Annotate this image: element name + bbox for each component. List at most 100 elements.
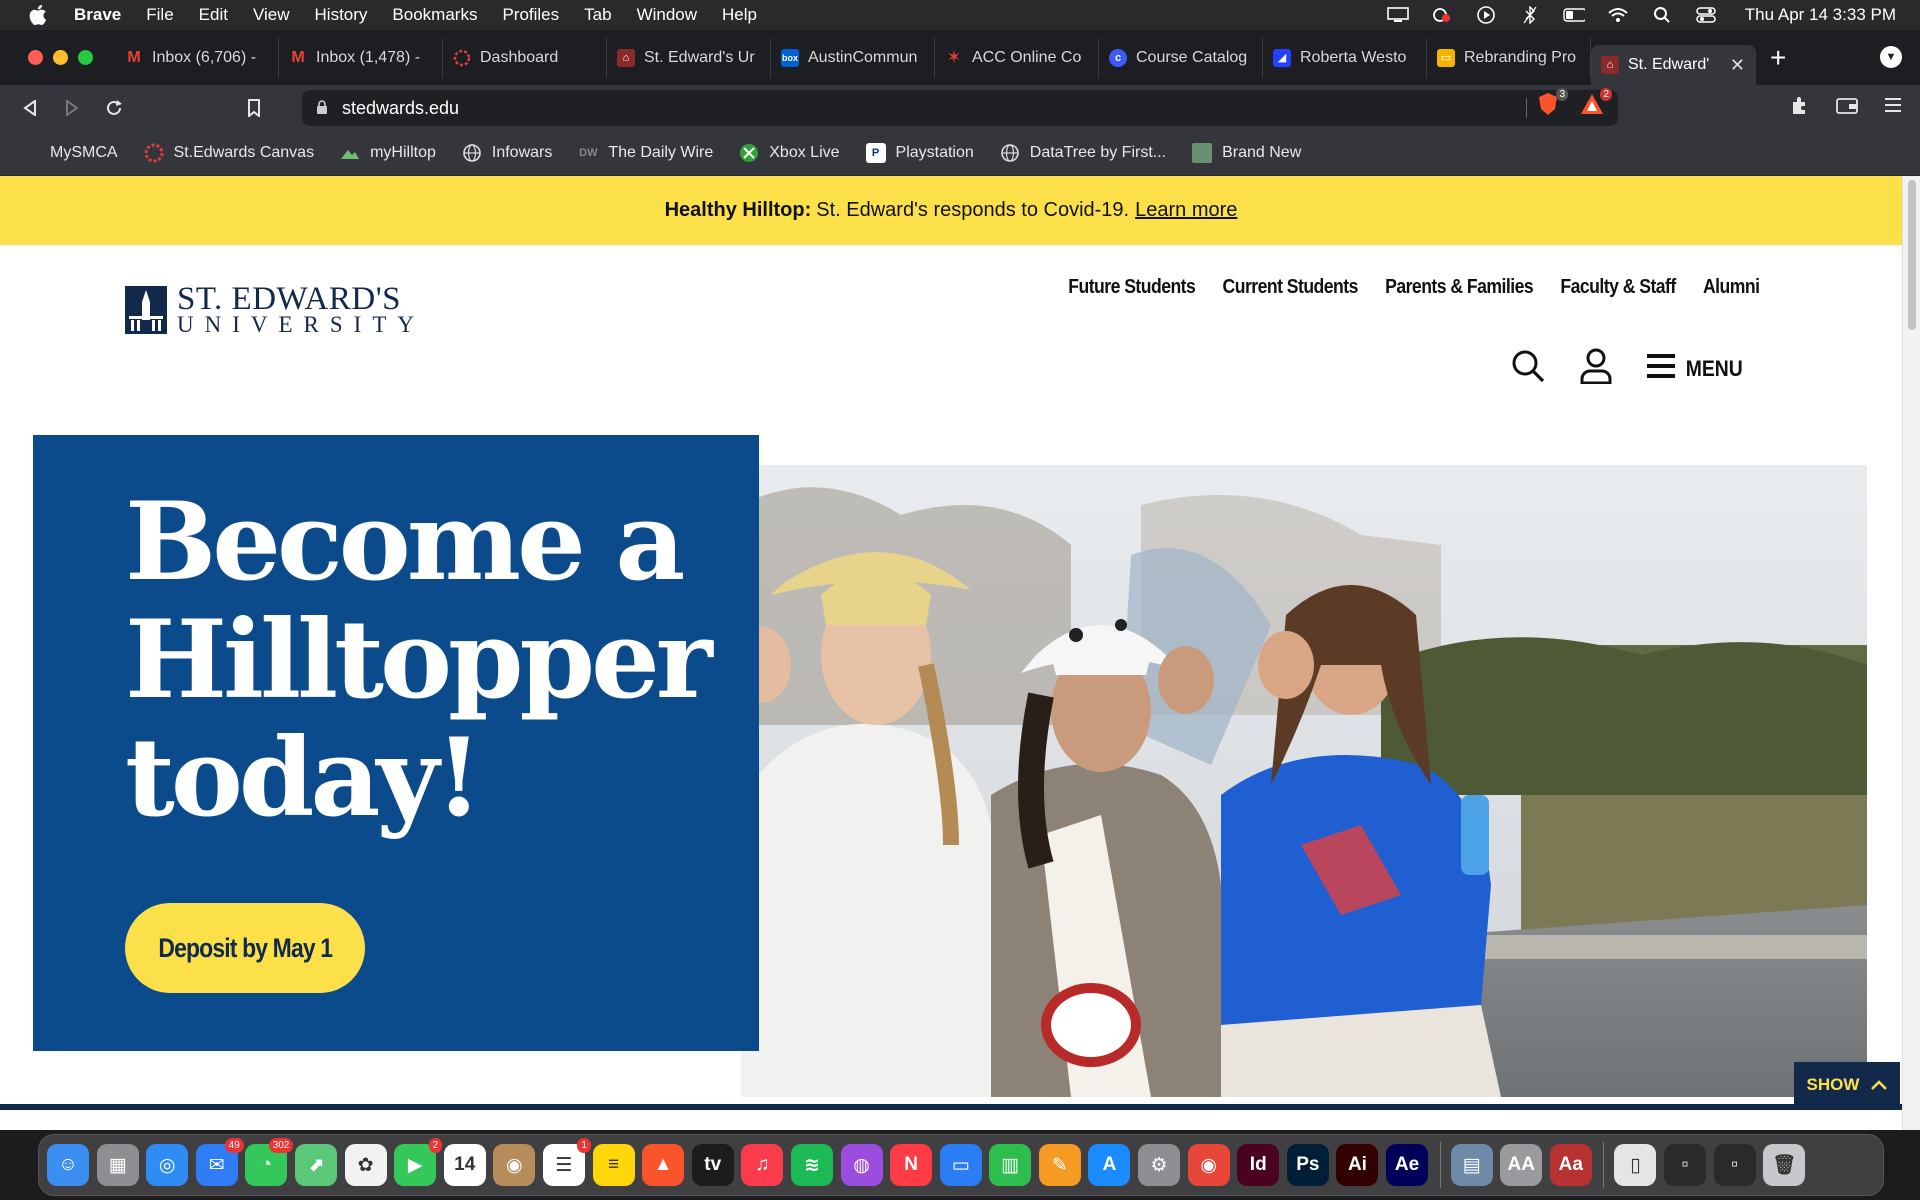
facetime-icon[interactable]: ▶ 2 bbox=[394, 1138, 443, 1186]
nav-parents-families[interactable]: Parents & Families bbox=[1385, 276, 1534, 299]
show-toggle-button[interactable]: SHOW bbox=[1794, 1062, 1900, 1108]
illustrator-icon[interactable]: Ai bbox=[1336, 1144, 1379, 1186]
system-preferences-icon[interactable]: ⚙ bbox=[1138, 1144, 1181, 1186]
tab-acc-online[interactable]: ✶ ACC Online Co bbox=[935, 37, 1099, 78]
bookmark-infowars[interactable]: Infowars bbox=[462, 143, 552, 163]
address-bar[interactable]: stedwards.edu bbox=[302, 90, 1618, 126]
spotify-icon[interactable]: ≋ bbox=[790, 1144, 833, 1186]
launchpad-icon[interactable]: ▦ bbox=[96, 1144, 139, 1186]
battery-icon[interactable] bbox=[1563, 6, 1585, 24]
brave-icon[interactable]: ▲ bbox=[642, 1144, 685, 1186]
menu-edit[interactable]: Edit bbox=[199, 5, 228, 25]
finder-icon[interactable]: ☺ bbox=[47, 1144, 89, 1186]
menu-button[interactable]: MENU bbox=[1647, 352, 1743, 386]
browser-menu-icon[interactable] bbox=[1884, 95, 1902, 120]
bookmark-brand-new[interactable]: Brand New bbox=[1192, 143, 1301, 163]
tab-course-catalog[interactable]: c Course Catalog bbox=[1099, 37, 1263, 78]
appletv-icon[interactable]: tv bbox=[691, 1144, 734, 1186]
pages-icon[interactable]: ✎ bbox=[1038, 1144, 1081, 1186]
wifi-icon[interactable] bbox=[1607, 6, 1629, 24]
scrollbar-thumb[interactable] bbox=[1908, 180, 1916, 330]
nav-alumni[interactable]: Alumni bbox=[1703, 276, 1760, 299]
photoshop-icon[interactable]: Ps bbox=[1286, 1144, 1329, 1186]
tab-stedwards-active[interactable]: ⌂ St. Edward' ✕ bbox=[1591, 45, 1756, 85]
menu-help[interactable]: Help bbox=[722, 5, 757, 25]
tab-rebranding[interactable]: ▭ Rebranding Pro bbox=[1427, 37, 1591, 78]
brave-rewards-icon[interactable]: 2 bbox=[1580, 88, 1612, 116]
bookmark-datatree[interactable]: DataTree by First... bbox=[1000, 143, 1166, 163]
tab-dashboard[interactable]: Dashboard bbox=[443, 37, 607, 78]
reminders-icon[interactable]: ☰ 1 bbox=[542, 1138, 591, 1186]
close-window-button[interactable] bbox=[28, 50, 43, 65]
mail-icon[interactable]: ✉ 49 bbox=[195, 1138, 244, 1186]
bookmark-myhilltop[interactable]: myHilltop bbox=[340, 143, 436, 163]
menu-tab[interactable]: Tab bbox=[584, 5, 611, 25]
numbers-icon[interactable]: ▥ bbox=[989, 1144, 1032, 1186]
new-tab-button[interactable]: + bbox=[1770, 42, 1786, 74]
bluetooth-icon[interactable] bbox=[1519, 6, 1541, 24]
aftereffects-icon[interactable]: Ae bbox=[1386, 1144, 1429, 1186]
menu-clock[interactable]: Thu Apr 14 3:33 PM bbox=[1745, 5, 1896, 25]
reload-button[interactable] bbox=[100, 94, 128, 122]
menu-view[interactable]: View bbox=[253, 5, 290, 25]
preview-icon[interactable]: ▤ bbox=[1450, 1144, 1493, 1186]
apple-menu-icon[interactable] bbox=[24, 0, 52, 30]
bookmark-mysmca[interactable]: MySMCA bbox=[50, 144, 118, 162]
menu-app-brave[interactable]: Brave bbox=[74, 5, 121, 25]
appstore-icon[interactable]: A bbox=[1088, 1144, 1131, 1186]
spotlight-search-icon[interactable] bbox=[1651, 6, 1673, 24]
url-text[interactable]: stedwards.edu bbox=[342, 98, 459, 119]
university-logo[interactable]: ST. EDWARD'S UNIVERSITY bbox=[125, 283, 425, 336]
close-tab-icon[interactable]: ✕ bbox=[1730, 55, 1745, 76]
safari-icon[interactable]: ◎ bbox=[146, 1144, 189, 1186]
menu-file[interactable]: File bbox=[146, 5, 173, 25]
screenshot-icon[interactable]: ▫ bbox=[1664, 1144, 1706, 1186]
bookmark-playstation[interactable]: P Playstation bbox=[865, 143, 974, 163]
menu-history[interactable]: History bbox=[315, 5, 368, 25]
back-button[interactable] bbox=[16, 94, 44, 122]
tab-austincommunity[interactable]: box AustinCommun bbox=[771, 37, 935, 78]
menu-window[interactable]: Window bbox=[637, 5, 697, 25]
indesign-icon[interactable]: Id bbox=[1237, 1144, 1280, 1186]
tab-search-chevron-icon[interactable]: ▼ bbox=[1880, 46, 1902, 68]
fontbook-icon[interactable]: AA bbox=[1500, 1144, 1543, 1186]
page-scrollbar[interactable] bbox=[1902, 176, 1920, 1130]
learn-more-link[interactable]: Learn more bbox=[1135, 199, 1237, 222]
extensions-puzzle-icon[interactable] bbox=[1790, 95, 1810, 120]
brave-shields-icon[interactable]: 3 bbox=[1536, 88, 1568, 116]
podcasts-icon[interactable]: ◍ bbox=[840, 1144, 883, 1186]
dictionary-icon[interactable]: Aa bbox=[1549, 1144, 1592, 1186]
trash-icon[interactable]: 🗑 bbox=[1763, 1144, 1806, 1186]
tab-roberta-weston[interactable]: ◢ Roberta Westo bbox=[1263, 37, 1427, 78]
keynote-icon[interactable]: ▭ bbox=[939, 1144, 982, 1186]
chrome-icon[interactable]: ◉ bbox=[1187, 1144, 1230, 1186]
tab-stedwards-1[interactable]: ⌂ St. Edward's Ur bbox=[607, 37, 771, 78]
forward-button[interactable] bbox=[58, 94, 86, 122]
bookmark-xbox-live[interactable]: Xbox Live bbox=[739, 143, 840, 163]
bookmark-daily-wire[interactable]: DW The Daily Wire bbox=[578, 143, 713, 163]
menu-bookmarks[interactable]: Bookmarks bbox=[392, 5, 477, 25]
calendar-icon[interactable]: 14 bbox=[443, 1144, 486, 1186]
creative-cloud-icon[interactable] bbox=[1431, 6, 1453, 24]
zoom-window-button[interactable] bbox=[78, 50, 93, 65]
nav-future-students[interactable]: Future Students bbox=[1068, 276, 1196, 299]
display-icon[interactable] bbox=[1386, 6, 1409, 24]
bookmark-stedwards-canvas[interactable]: St.Edwards Canvas bbox=[144, 143, 314, 163]
search-icon[interactable] bbox=[1511, 349, 1545, 388]
tab-inbox-2[interactable]: M Inbox (1,478) - bbox=[279, 37, 443, 78]
control-center-icon[interactable] bbox=[1695, 6, 1717, 24]
wallet-icon[interactable] bbox=[1836, 95, 1858, 120]
brave-window-icon[interactable]: ▫ bbox=[1713, 1144, 1756, 1186]
news-icon[interactable]: N bbox=[890, 1144, 933, 1186]
nav-faculty-staff[interactable]: Faculty & Staff bbox=[1560, 276, 1676, 299]
notes-icon[interactable]: ≡ bbox=[592, 1144, 635, 1186]
music-icon[interactable]: ♫ bbox=[741, 1144, 784, 1186]
account-icon[interactable] bbox=[1579, 348, 1613, 389]
photos-icon[interactable]: ✿ bbox=[344, 1144, 387, 1186]
contacts-icon[interactable]: ◉ bbox=[493, 1144, 536, 1186]
tab-inbox-1[interactable]: M Inbox (6,706) - bbox=[115, 37, 279, 78]
nav-current-students[interactable]: Current Students bbox=[1222, 276, 1358, 299]
document-icon[interactable]: ▯ bbox=[1614, 1144, 1657, 1186]
maps-icon[interactable]: ⬈ bbox=[294, 1144, 337, 1186]
minimize-window-button[interactable] bbox=[53, 50, 68, 65]
